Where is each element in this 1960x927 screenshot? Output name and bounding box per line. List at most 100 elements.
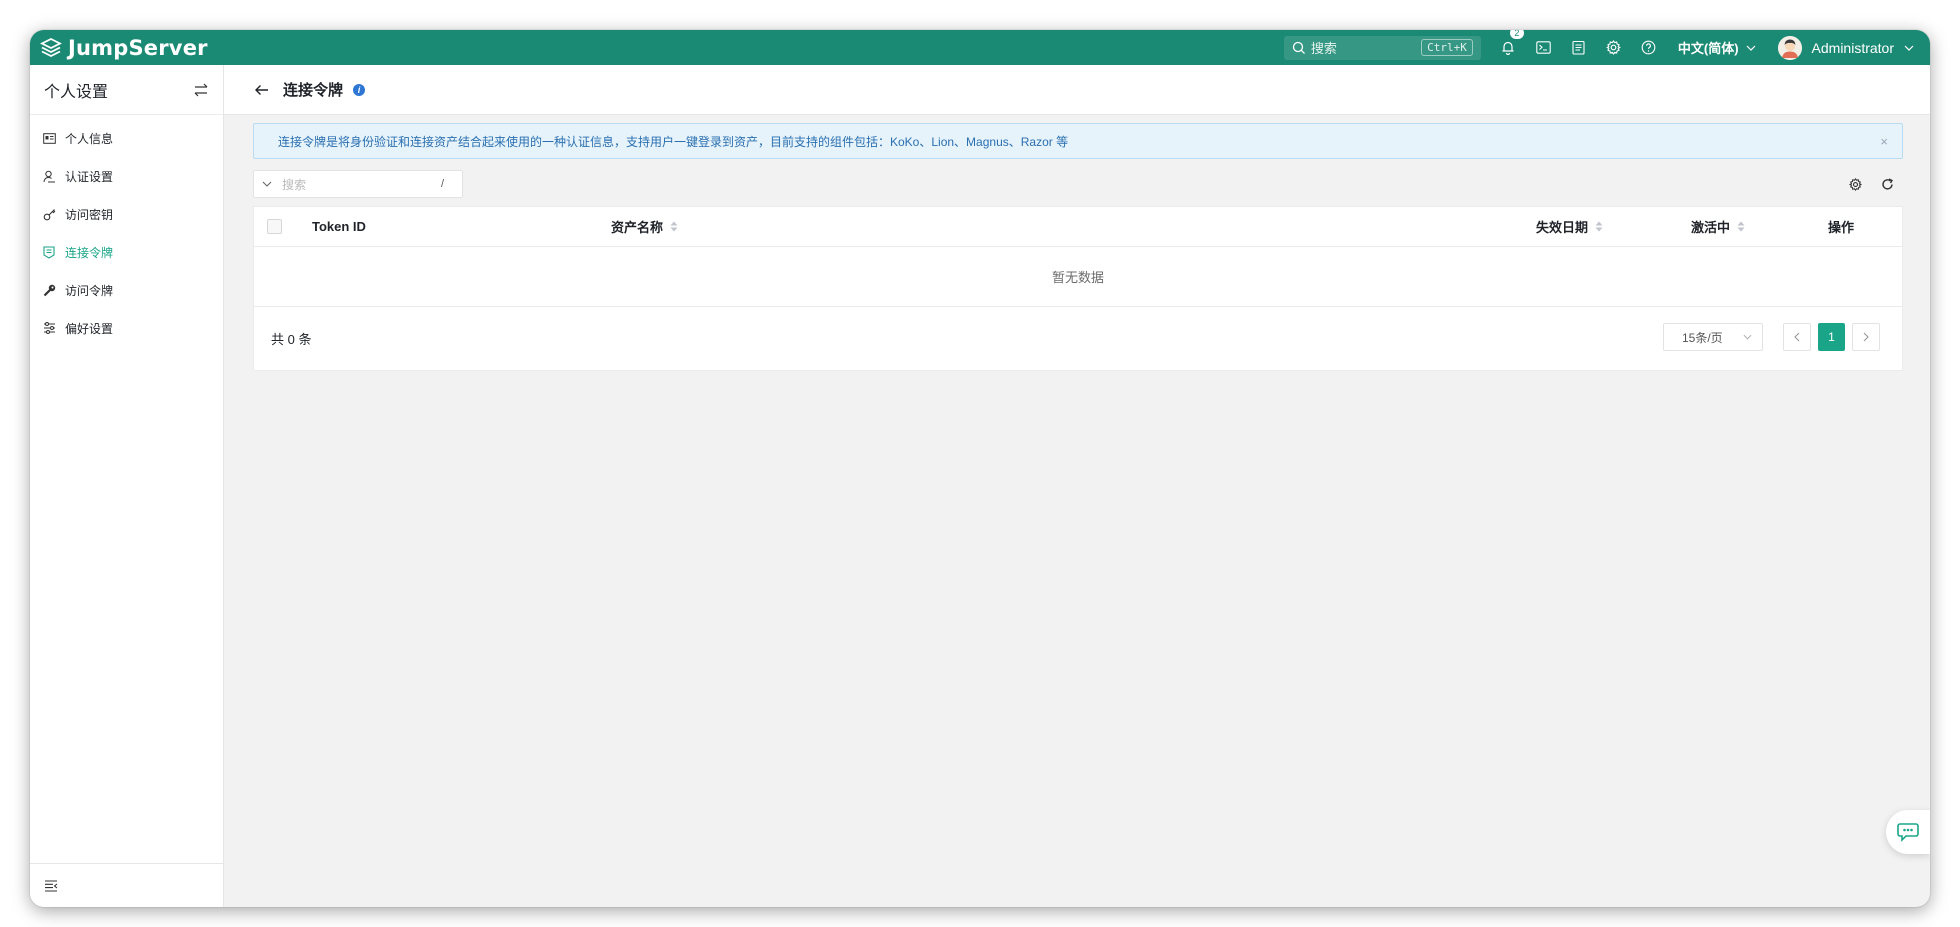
table-search-input[interactable]: 搜索 /	[253, 170, 463, 198]
user-menu[interactable]: Administrator	[1777, 35, 1914, 60]
refresh-button[interactable]	[1871, 177, 1903, 191]
brand-name: JumpServer	[68, 35, 208, 60]
column-label: 失效日期	[1536, 220, 1589, 235]
total-count: 共 0 条	[271, 332, 312, 347]
page-size-value: 15条/页	[1682, 330, 1723, 345]
sidebar-collapse[interactable]	[30, 863, 223, 907]
sidebar-title: 个人设置	[44, 83, 109, 101]
global-search-placeholder: 搜索	[1310, 41, 1337, 56]
token-icon	[43, 245, 55, 259]
page-header: 连接令牌 i	[224, 65, 1930, 115]
table-footer: 共 0 条 15条/页 1	[254, 307, 1902, 370]
switch-view-icon[interactable]	[193, 83, 209, 97]
key-icon	[43, 208, 55, 220]
chevron-down-icon	[1904, 45, 1914, 51]
search-icon	[1292, 41, 1305, 54]
tickets-button[interactable]	[1561, 30, 1596, 65]
search-shortcut: /	[440, 178, 444, 190]
user-lock-icon	[43, 170, 55, 182]
arrow-left-icon	[255, 84, 268, 95]
wrench-key-icon	[43, 284, 55, 296]
terminal-button[interactable]	[1526, 30, 1561, 65]
sort-icon[interactable]	[670, 221, 678, 232]
column-label: 操作	[1828, 220, 1855, 235]
help-button[interactable]	[1631, 30, 1666, 65]
jumpserver-logo[interactable]: JumpServer	[40, 36, 208, 60]
chevron-down-icon	[262, 181, 272, 187]
gear-icon	[1848, 177, 1862, 191]
chevron-left-icon	[1794, 332, 1800, 342]
sidebar-item-access-keys[interactable]: 访问密钥	[30, 195, 223, 233]
language-selector[interactable]: 中文(简体)	[1678, 38, 1756, 57]
sidebar-item-connection-token[interactable]: 连接令牌	[30, 233, 223, 271]
table-search-placeholder: 搜索	[282, 177, 307, 192]
token-table: Token ID 资产名称 失效日期 激活中 操作 暂无数据 共 0 条 15条…	[253, 206, 1903, 371]
app-window: JumpServer 搜索 Ctrl+K 2 中文(简体) Administra…	[30, 30, 1930, 907]
chevron-down-icon	[1746, 45, 1755, 51]
clipboard-icon	[1572, 40, 1585, 55]
sidebar-item-label: 连接令牌	[65, 245, 114, 260]
column-token-id: Token ID	[312, 219, 366, 234]
logo-icon	[40, 37, 62, 57]
column-asset-name[interactable]: 资产名称	[611, 217, 678, 236]
sort-icon[interactable]	[1595, 221, 1603, 232]
table-settings-button[interactable]	[1839, 177, 1871, 191]
page-size-select[interactable]: 15条/页	[1663, 323, 1763, 351]
column-label: 激活中	[1691, 220, 1731, 235]
next-page-button[interactable]	[1852, 323, 1880, 351]
info-icon[interactable]: i	[353, 83, 366, 96]
sidebar-item-preferences[interactable]: 偏好设置	[30, 309, 223, 347]
prev-page-button[interactable]	[1783, 323, 1811, 351]
chat-icon	[1897, 823, 1919, 842]
refresh-icon	[1881, 177, 1893, 190]
pagination: 15条/页 1	[1663, 323, 1880, 351]
info-alert: 连接令牌是将身份验证和连接资产结合起来使用的一种认证信息，支持用户一键登录到资产…	[253, 123, 1903, 159]
sidebar-item-label: 认证设置	[65, 169, 114, 184]
sidebar-item-label: 偏好设置	[65, 321, 114, 336]
sidebar-item-access-token[interactable]: 访问令牌	[30, 271, 223, 309]
table-toolbar: 搜索 /	[253, 170, 1903, 198]
sidebar-item-auth-settings[interactable]: 认证设置	[30, 157, 223, 195]
chevron-down-icon	[1743, 334, 1752, 340]
select-all-checkbox[interactable]	[267, 219, 282, 234]
collapse-menu-icon	[45, 879, 58, 892]
help-icon	[1641, 40, 1656, 55]
sidebar-item-label: 访问令牌	[65, 283, 114, 298]
global-search[interactable]: 搜索 Ctrl+K	[1283, 35, 1481, 60]
chat-assistant-button[interactable]	[1886, 810, 1930, 854]
back-button[interactable]	[254, 84, 269, 96]
chevron-right-icon	[1863, 332, 1869, 342]
column-active[interactable]: 激活中	[1691, 217, 1745, 236]
checkbox[interactable]	[267, 219, 282, 234]
page-title: 连接令牌	[283, 82, 344, 99]
sort-icon[interactable]	[1737, 221, 1745, 232]
page-number-current[interactable]: 1	[1818, 323, 1845, 351]
gear-icon	[1605, 40, 1621, 55]
column-expire-date[interactable]: 失效日期	[1536, 217, 1603, 236]
bell-icon	[1502, 41, 1514, 55]
sidebar-item-label: 访问密钥	[65, 207, 114, 222]
empty-state: 暂无数据	[254, 247, 1902, 307]
column-actions: 操作	[1828, 217, 1854, 236]
column-label: Token ID	[312, 219, 366, 234]
settings-button[interactable]	[1596, 30, 1631, 65]
empty-text: 暂无数据	[1051, 270, 1104, 285]
sidebar-menu: 个人信息 认证设置 访问密钥 连接令牌 访问令牌 偏好设置	[30, 115, 223, 347]
sidebar-item-profile[interactable]: 个人信息	[30, 119, 223, 157]
username: Administrator	[1811, 39, 1894, 56]
column-label: 资产名称	[611, 220, 664, 235]
sliders-icon	[43, 322, 55, 334]
sidebar-item-label: 个人信息	[65, 131, 114, 146]
top-navbar: JumpServer 搜索 Ctrl+K 2 中文(简体) Administra…	[30, 30, 1930, 65]
terminal-icon	[1536, 41, 1551, 54]
main-content: 连接令牌 i 连接令牌是将身份验证和连接资产结合起来使用的一种认证信息，支持用户…	[224, 65, 1930, 907]
avatar	[1777, 35, 1802, 60]
notifications-button[interactable]: 2	[1491, 30, 1526, 65]
close-icon[interactable]: ×	[1880, 134, 1888, 149]
notification-badge: 2	[1509, 30, 1524, 39]
id-card-icon	[42, 132, 56, 144]
table-header: Token ID 资产名称 失效日期 激活中 操作	[254, 207, 1902, 247]
search-shortcut: Ctrl+K	[1421, 39, 1473, 56]
alert-text: 连接令牌是将身份验证和连接资产结合起来使用的一种认证信息，支持用户一键登录到资产…	[278, 134, 1069, 149]
language-label: 中文(简体)	[1677, 41, 1739, 56]
